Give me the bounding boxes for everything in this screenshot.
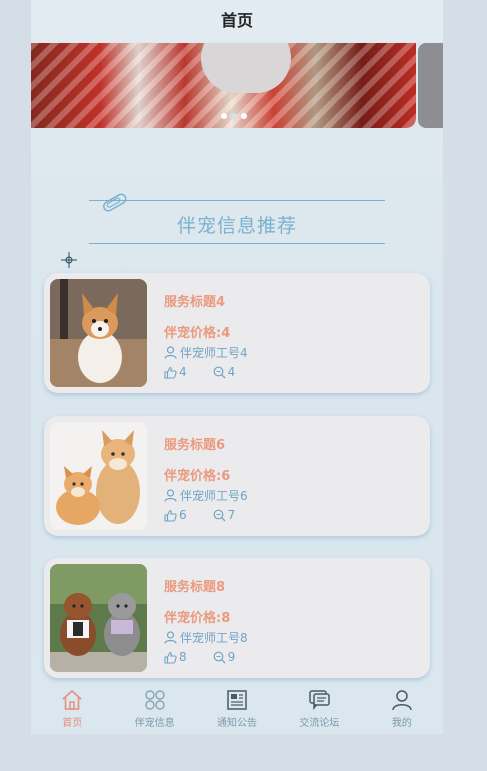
thumbs-up-icon — [164, 509, 177, 522]
card-title: 服务标题6 — [164, 438, 226, 453]
search-icon — [213, 366, 226, 378]
tab-label: 交流论坛 — [299, 718, 340, 729]
search-icon — [213, 509, 226, 521]
tab-notices[interactable]: 通知公告 — [196, 683, 278, 734]
view-count: 4 — [227, 365, 236, 379]
view-stat: 9 — [213, 650, 236, 664]
like-count: 8 — [179, 650, 187, 664]
poodles-photo — [50, 564, 147, 672]
view-stat: 7 — [213, 508, 236, 522]
divider — [89, 243, 385, 244]
view-count: 7 — [227, 508, 236, 522]
newspaper-icon — [227, 690, 247, 710]
card-price: 伴宠价格:4 — [164, 326, 231, 341]
thumbs-up-icon — [164, 366, 177, 379]
view-count: 9 — [227, 650, 236, 664]
carousel-indicator — [221, 113, 247, 119]
card-staff: 伴宠师工号8 — [164, 629, 248, 646]
search-icon — [213, 651, 226, 663]
staff-number: 伴宠师工号4 — [180, 346, 248, 360]
page-title: 首页 — [220, 11, 253, 30]
user-icon — [164, 346, 177, 359]
tab-pet-info[interactable]: 伴宠信息 — [113, 683, 195, 734]
card-stats: 8 9 — [164, 650, 261, 664]
card-staff: 伴宠师工号6 — [164, 487, 248, 504]
card-price: 伴宠价格:6 — [164, 469, 231, 484]
chat-icon — [309, 690, 331, 711]
carousel-dot[interactable] — [221, 113, 227, 119]
user-icon — [164, 631, 177, 644]
card-stats: 6 7 — [164, 508, 261, 522]
tab-profile[interactable]: 我的 — [361, 683, 443, 734]
card-title: 服务标题4 — [164, 295, 226, 310]
like-stat[interactable]: 8 — [164, 650, 187, 664]
service-card[interactable]: 服务标题8 伴宠价格:8 伴宠师工号8 8 9 — [44, 558, 430, 678]
staff-number: 伴宠师工号6 — [180, 489, 248, 503]
carousel-dot[interactable] — [241, 113, 247, 119]
card-stats: 4 4 — [164, 365, 261, 379]
card-title: 服务标题8 — [164, 580, 226, 595]
section-header: 伴宠信息推荐 — [89, 193, 385, 245]
phone-screen: 首页 伴宠信息推荐 服务标题4 伴宠价格:4 伴宠师工号4 4 4 服务标题6 … — [31, 0, 443, 734]
banner-next-slide[interactable] — [418, 43, 443, 128]
tab-forum[interactable]: 交流论坛 — [278, 683, 360, 734]
crosshair-icon — [61, 252, 77, 268]
grid-icon — [144, 690, 165, 710]
thumbs-up-icon — [164, 651, 177, 664]
service-card[interactable]: 服务标题6 伴宠价格:6 伴宠师工号6 6 7 — [44, 416, 430, 536]
user-icon — [164, 489, 177, 502]
bottom-tab-bar: 首页 伴宠信息 通知公告 交流论坛 我的 — [31, 683, 443, 734]
card-staff: 伴宠师工号4 — [164, 344, 248, 361]
card-price: 伴宠价格:8 — [164, 611, 231, 626]
carousel-dot-active[interactable] — [231, 113, 237, 119]
page-header: 首页 — [31, 0, 443, 42]
kittens-photo — [50, 422, 147, 530]
tab-label: 首页 — [62, 718, 83, 729]
corgi-photo — [50, 279, 147, 387]
banner-cat-shape — [201, 43, 291, 93]
like-stat[interactable]: 4 — [164, 365, 187, 379]
user-icon — [392, 690, 412, 711]
tab-label: 我的 — [391, 718, 412, 729]
tab-label: 伴宠信息 — [134, 718, 175, 729]
tab-home[interactable]: 首页 — [31, 683, 113, 734]
like-stat[interactable]: 6 — [164, 508, 187, 522]
section-title: 伴宠信息推荐 — [176, 215, 297, 237]
staff-number: 伴宠师工号8 — [180, 631, 248, 645]
service-card[interactable]: 服务标题4 伴宠价格:4 伴宠师工号4 4 4 — [44, 273, 430, 393]
view-stat: 4 — [213, 365, 236, 379]
divider — [89, 200, 385, 201]
like-count: 4 — [179, 365, 187, 379]
tab-label: 通知公告 — [217, 718, 258, 729]
like-count: 6 — [179, 508, 187, 522]
home-icon — [62, 689, 82, 710]
